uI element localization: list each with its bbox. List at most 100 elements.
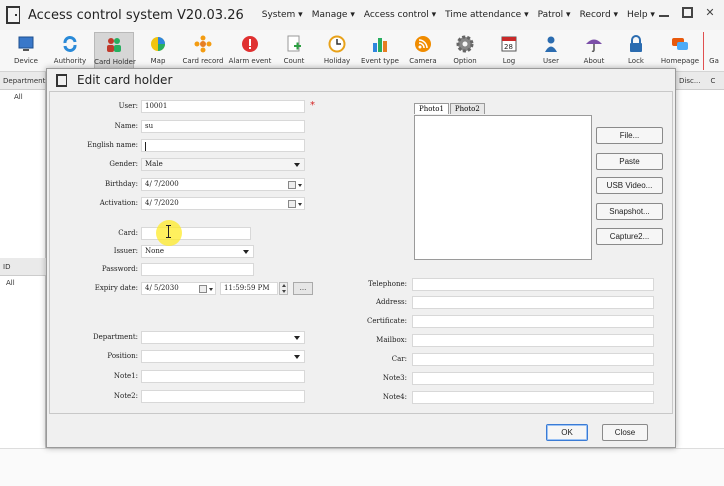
doc-plus-icon: [284, 34, 304, 54]
gender-label: Gender:: [109, 160, 138, 168]
maximize-icon[interactable]: [682, 7, 693, 18]
pie-map-icon: [148, 34, 168, 54]
chevron-down-icon: [294, 163, 300, 167]
gender-select[interactable]: Male: [141, 158, 305, 171]
usb-video-button[interactable]: USB Video...: [596, 177, 663, 194]
note1-field[interactable]: [141, 370, 305, 383]
chevron-down-icon: [209, 288, 213, 291]
column-disc[interactable]: Disc...: [679, 72, 711, 89]
bar-chart-icon: [370, 34, 390, 54]
gear-icon: [455, 34, 475, 54]
activation-date-picker[interactable]: 4/ 7/2020: [141, 197, 305, 210]
gender-value: Male: [145, 160, 163, 168]
english-name-label: English name:: [87, 141, 138, 149]
menu-access-control[interactable]: Access control ▾: [364, 10, 436, 20]
position-select[interactable]: [141, 350, 305, 363]
note4-field[interactable]: [412, 391, 654, 404]
address-field[interactable]: [412, 296, 654, 309]
menu-bar: System ▾ Manage ▾ Access control ▾ Time …: [262, 10, 664, 20]
toolbar-ga-button[interactable]: Ga: [703, 32, 724, 70]
toolbar: Device Authority Card Holder Map Card re…: [0, 30, 724, 72]
time-spinner[interactable]: [279, 282, 288, 295]
snapshot-button[interactable]: Snapshot...: [596, 203, 663, 220]
chevron-down-icon: [294, 336, 300, 340]
refresh-arrows-icon: [60, 34, 80, 54]
menu-patrol[interactable]: Patrol ▾: [538, 10, 571, 20]
tab-photo2[interactable]: Photo2: [449, 103, 485, 114]
note1-label: Note1:: [113, 372, 138, 380]
activation-label: Activation:: [99, 199, 138, 207]
monitor-icon: [16, 34, 36, 54]
chevron-down-icon: [294, 355, 300, 359]
capture2-button[interactable]: Capture2...: [596, 228, 663, 245]
activation-value: 4/ 7/2020: [145, 199, 179, 207]
file-button[interactable]: File...: [596, 127, 663, 144]
toolbar-card-record-button[interactable]: Card record: [183, 32, 223, 70]
expiry-date-picker[interactable]: 4/ 5/2030: [141, 282, 216, 295]
password-field[interactable]: [141, 263, 254, 276]
department-tree-item[interactable]: All: [0, 90, 45, 101]
menu-time-attendance[interactable]: Time attendance ▾: [445, 10, 529, 20]
title-bar: Access control system V20.03.26 System ▾…: [0, 0, 724, 30]
expiry-date-value: 4/ 5/2030: [145, 284, 179, 292]
app-title: Access control system V20.03.26: [28, 7, 244, 23]
birthday-date-picker[interactable]: 4/ 7/2000: [141, 178, 305, 191]
issuer-select[interactable]: None: [141, 245, 254, 258]
toolbar-label: Ga: [709, 57, 719, 65]
toolbar-map-button[interactable]: Map: [138, 32, 178, 70]
expiry-more-button[interactable]: ...: [293, 282, 313, 295]
note2-field[interactable]: [141, 390, 305, 403]
certificate-field[interactable]: [412, 315, 654, 328]
calendar-icon: [288, 200, 296, 208]
department-header: Department: [0, 72, 45, 90]
expiry-time-field[interactable]: 11:59:59 PM: [220, 282, 278, 295]
chevron-down-icon: [298, 184, 302, 187]
app-door-icon: [6, 6, 20, 24]
menu-record[interactable]: Record ▾: [580, 10, 618, 20]
issuer-value: None: [145, 247, 164, 255]
telephone-field[interactable]: [412, 278, 654, 291]
name-label: Name:: [114, 122, 138, 130]
clock-icon: [327, 34, 347, 54]
column-c[interactable]: C: [711, 72, 724, 89]
mailbox-label: Mailbox:: [376, 336, 407, 344]
photo-tabs: Photo1 Photo2: [414, 103, 486, 114]
umbrella-icon: [584, 34, 604, 54]
car-field[interactable]: [412, 353, 654, 366]
address-label: Address:: [375, 298, 407, 306]
menu-manage[interactable]: Manage ▾: [312, 10, 355, 20]
user-icon: [541, 34, 561, 54]
department-panel: Department All ID All: [0, 72, 46, 486]
toolbar-authority-button[interactable]: Authority: [50, 32, 90, 70]
id-item[interactable]: All: [0, 276, 46, 287]
note4-label: Note4:: [382, 393, 407, 401]
note3-field[interactable]: [412, 372, 654, 385]
card-list-header: Disc... C: [676, 72, 724, 90]
calendar-icon: 28: [499, 34, 519, 54]
ok-button[interactable]: OK: [546, 424, 588, 441]
menu-help[interactable]: Help ▾: [627, 10, 655, 20]
user-field[interactable]: 10001: [141, 100, 305, 113]
paste-button[interactable]: Paste: [596, 153, 663, 170]
window-controls: ✕: [659, 7, 716, 19]
mailbox-field[interactable]: [412, 334, 654, 347]
toolbar-homepage-button[interactable]: Homepage: [660, 32, 700, 70]
ibeam-cursor-icon: [166, 225, 171, 238]
id-header: ID: [0, 258, 46, 276]
english-name-field[interactable]: [141, 139, 305, 152]
close-icon[interactable]: ✕: [704, 7, 716, 19]
password-label: Password:: [101, 265, 138, 273]
chevron-down-icon: [243, 250, 249, 254]
menu-system[interactable]: System ▾: [262, 10, 303, 20]
certificate-label: Certificate:: [367, 317, 407, 325]
flower-icon: [193, 34, 213, 54]
car-label: Car:: [391, 355, 407, 363]
lock-icon: [626, 34, 646, 54]
birthday-label: Birthday:: [104, 180, 138, 188]
department-select[interactable]: [141, 331, 305, 344]
name-field[interactable]: su: [141, 120, 305, 133]
tab-photo1[interactable]: Photo1: [414, 103, 449, 114]
dialog-title-bar: Edit card holder: [47, 69, 675, 91]
minimize-icon[interactable]: [659, 7, 671, 19]
close-button[interactable]: Close: [602, 424, 648, 441]
